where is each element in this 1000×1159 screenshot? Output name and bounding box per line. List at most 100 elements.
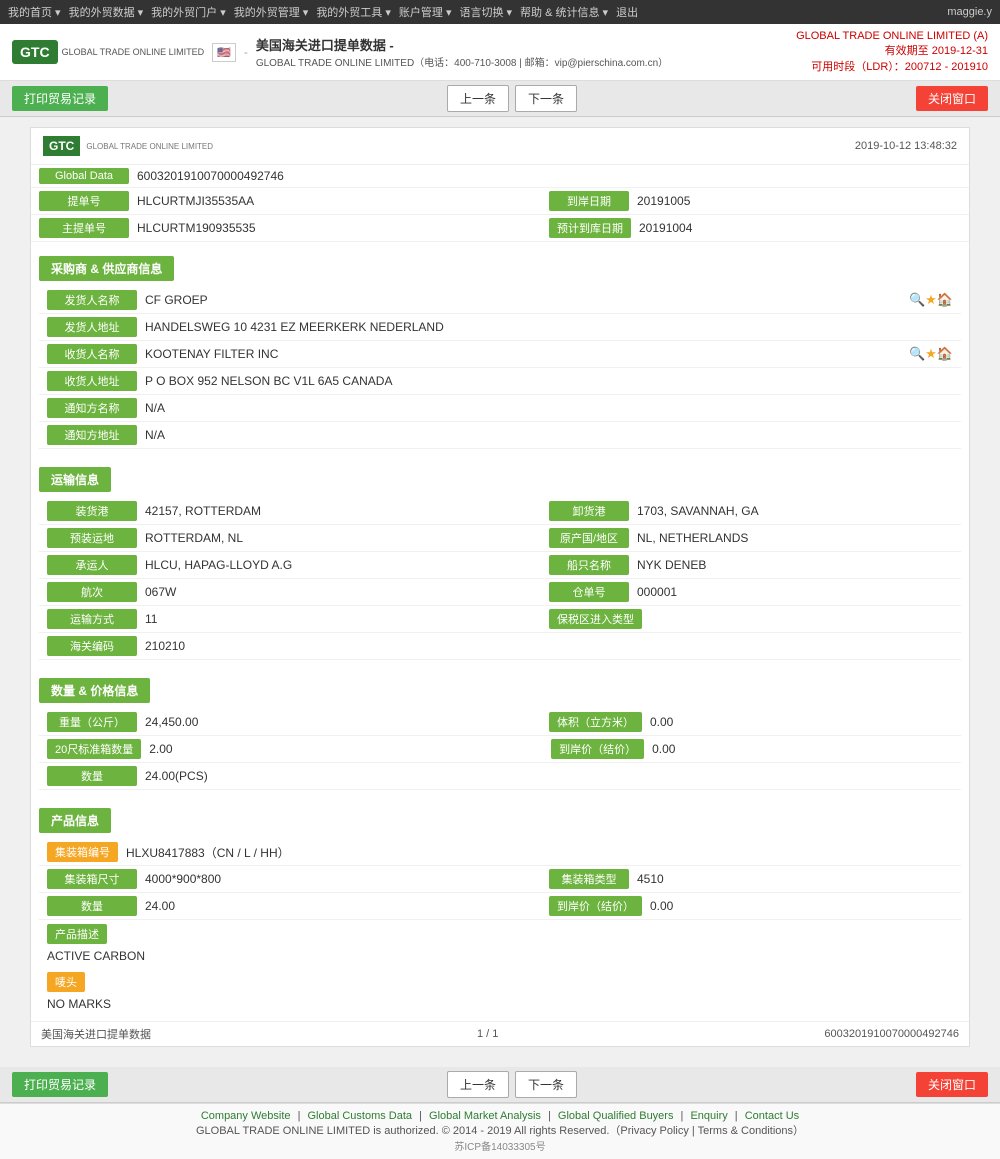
buyer-supplier-title: 采购商 & 供应商信息 [39, 256, 174, 281]
doc-timestamp: 2019-10-12 13:48:32 [855, 140, 957, 152]
departure-label: 装货港 [47, 501, 137, 521]
next-button[interactable]: 下一条 [515, 85, 577, 112]
footer-link-company[interactable]: Company Website [201, 1110, 291, 1122]
nav-portal[interactable]: 我的外贸门户 ▾ [151, 4, 226, 20]
product-price-label: 到岸价（结价） [549, 896, 642, 916]
nav-home[interactable]: 我的首页 ▾ [8, 4, 61, 20]
page-subtitle: GLOBAL TRADE ONLINE LIMITED（电话：400-710-3… [256, 54, 668, 69]
receiver-search-icon[interactable]: 🔍 [909, 346, 925, 362]
container20-label: 20尺标准箱数量 [47, 739, 141, 759]
print-button[interactable]: 打印贸易记录 [12, 86, 108, 111]
footer-link-enquiry[interactable]: Enquiry [690, 1110, 727, 1122]
transport-row: 运输方式 11 保税区进入类型 [39, 606, 961, 633]
header-right: GLOBAL TRADE ONLINE LIMITED (A) 有效期至 201… [796, 30, 988, 74]
shipping-title: 运输信息 [39, 467, 111, 492]
arrive-price-group: 到岸价（结价） 0.00 [551, 739, 953, 759]
footer-link-market[interactable]: Global Market Analysis [429, 1110, 541, 1122]
nav-account[interactable]: 账户管理 ▾ [399, 4, 452, 20]
next-button-bottom[interactable]: 下一条 [515, 1071, 577, 1098]
estimated-group: 预计到库日期 20191004 [549, 218, 961, 238]
flag-icon: 🇺🇸 [212, 43, 236, 62]
content: GTC GLOBAL TRADE ONLINE LIMITED 2019-10-… [0, 117, 1000, 1067]
qty-value: 24.00(PCS) [145, 769, 953, 783]
origin-group: 原产国/地区 NL, NETHERLANDS [549, 528, 953, 548]
container-size-value: 4000*900*800 [145, 872, 549, 886]
nav-links[interactable]: 我的首页 ▾ 我的外贸数据 ▾ 我的外贸门户 ▾ 我的外贸管理 ▾ 我的外贸工具… [8, 4, 644, 20]
carrier-label: 承运人 [47, 555, 137, 575]
sender-name-row: 发货人名称 CF GROEP 🔍 ★ 🏠 [39, 287, 961, 314]
ftz-group: 保税区进入类型 [549, 609, 953, 629]
nav-tools[interactable]: 我的外贸工具 ▾ [316, 4, 391, 20]
product-price-group: 到岸价（结价） 0.00 [549, 896, 953, 916]
close-button-bottom[interactable]: 关闭窗口 [916, 1072, 988, 1097]
weight-label: 重量（公斤） [47, 712, 137, 732]
vessel-label: 船只名称 [549, 555, 629, 575]
footer-links: Company Website | Global Customs Data | … [0, 1110, 1000, 1122]
doc-logo-icon: GTC [43, 136, 80, 156]
toolbar-left: 打印贸易记录 [12, 86, 108, 111]
destination-label: 卸货港 [549, 501, 629, 521]
valid-period: 可用时段（LDR）：200712 - 201910 [796, 58, 988, 74]
vessel-group: 船只名称 NYK DENEB [549, 555, 953, 575]
footer-copyright: GLOBAL TRADE ONLINE LIMITED is authorize… [0, 1122, 1000, 1138]
container20-row: 20尺标准箱数量 2.00 到岸价（结价） 0.00 [39, 736, 961, 763]
container-type-value: 4510 [637, 872, 664, 886]
sender-star-icon[interactable]: ★ [925, 292, 937, 308]
page-title: 美国海关进口提单数据 - [256, 35, 668, 54]
notify-name-label: 通知方名称 [47, 398, 137, 418]
pre-ship-label: 预装运地 [47, 528, 137, 548]
container-size-label: 集装箱尺寸 [47, 869, 137, 889]
prev-button-bottom[interactable]: 上一条 [447, 1071, 509, 1098]
customs-value: 210210 [145, 639, 953, 653]
receiver-name-value: KOOTENAY FILTER INC [145, 347, 909, 361]
notify-name-row: 通知方名称 N/A [39, 395, 961, 422]
prev-button[interactable]: 上一条 [447, 85, 509, 112]
footer-link-customs[interactable]: Global Customs Data [308, 1110, 413, 1122]
receiver-addr-value: P O BOX 952 NELSON BC V1L 6A5 CANADA [145, 374, 953, 388]
bill-value: HLCURTMJI35535AA [137, 194, 549, 208]
top-nav: 我的首页 ▾ 我的外贸数据 ▾ 我的外贸门户 ▾ 我的外贸管理 ▾ 我的外贸工具… [0, 0, 1000, 24]
pre-ship-row: 预装运地 ROTTERDAM, NL 原产国/地区 NL, NETHERLAND… [39, 525, 961, 552]
quantity-price-section: 数量 & 价格信息 重量（公斤） 24,450.00 体积（立方米） 0.00 … [31, 664, 969, 794]
footer-link-contact[interactable]: Contact Us [745, 1110, 799, 1122]
departure-row: 装货港 42157, ROTTERDAM 卸货港 1703, SAVANNAH,… [39, 498, 961, 525]
product-qty-row: 数量 24.00 到岸价（结价） 0.00 [39, 893, 961, 920]
product-desc-label: 产品描述 [47, 924, 107, 944]
customs-label: 海关编码 [47, 636, 137, 656]
nav-help[interactable]: 帮助 & 统计信息 ▾ [520, 4, 608, 20]
sender-addr-label: 发货人地址 [47, 317, 137, 337]
marks-value: NO MARKS [47, 995, 953, 1013]
footer-link-buyers[interactable]: Global Qualified Buyers [558, 1110, 674, 1122]
weight-value: 24,450.00 [145, 715, 549, 729]
arrive-price-value: 0.00 [652, 742, 675, 756]
logo-subtitle: GLOBAL TRADE ONLINE LIMITED [62, 47, 205, 58]
destination-value: 1703, SAVANNAH, GA [637, 504, 759, 518]
transport-value: 11 [145, 612, 549, 626]
doc-footer: 美国海关进口提单数据 1 / 1 6003201910070000492746 [31, 1021, 969, 1046]
customs-row: 海关编码 210210 [39, 633, 961, 660]
container-size-row: 集装箱尺寸 4000*900*800 集装箱类型 4510 [39, 866, 961, 893]
container-no-value: HLXU8417883（CN / L / HH） [126, 844, 953, 861]
sender-search-icon[interactable]: 🔍 [909, 292, 925, 308]
destination-group: 卸货港 1703, SAVANNAH, GA [549, 501, 953, 521]
notify-addr-label: 通知方地址 [47, 425, 137, 445]
toolbar-bottom-right: 关闭窗口 [916, 1072, 988, 1097]
receiver-home-icon[interactable]: 🏠 [937, 346, 953, 362]
carrier-value: HLCU, HAPAG-LLOYD A.G [145, 558, 549, 572]
qty-label: 数量 [47, 766, 137, 786]
master-bill-label: 主提单号 [39, 218, 129, 238]
container-no-label: 集装箱编号 [47, 842, 118, 862]
footer-page: 1 / 1 [477, 1028, 498, 1040]
arrival-value: 20191005 [637, 194, 690, 208]
close-button[interactable]: 关闭窗口 [916, 86, 988, 111]
nav-lang[interactable]: 语言切换 ▾ [459, 4, 512, 20]
warehouse-value: 000001 [637, 585, 677, 599]
product-price-value: 0.00 [650, 899, 673, 913]
nav-manage[interactable]: 我的外贸管理 ▾ [234, 4, 309, 20]
nav-logout[interactable]: 退出 [616, 4, 638, 20]
sender-home-icon[interactable]: 🏠 [937, 292, 953, 308]
print-button-bottom[interactable]: 打印贸易记录 [12, 1072, 108, 1097]
nav-trade-data[interactable]: 我的外贸数据 ▾ [69, 4, 144, 20]
receiver-star-icon[interactable]: ★ [925, 346, 937, 362]
toolbar-bottom-center: 上一条 下一条 [447, 1071, 577, 1098]
